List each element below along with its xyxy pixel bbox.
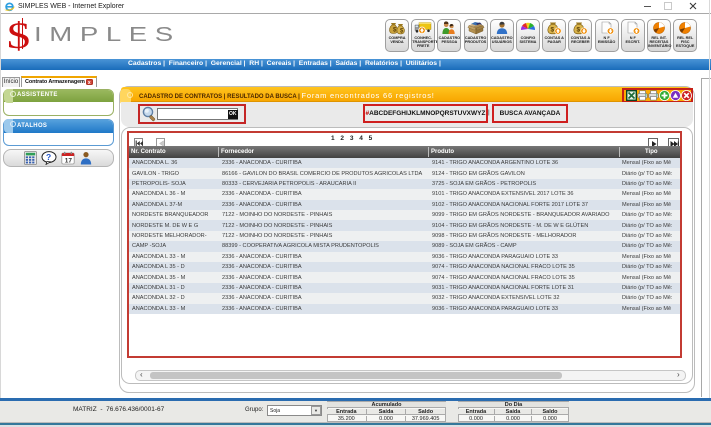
svg-text:$: $ (551, 27, 555, 34)
svg-text:?: ? (46, 152, 51, 162)
svg-text:$: $ (577, 27, 581, 34)
svg-text:17: 17 (65, 158, 73, 165)
